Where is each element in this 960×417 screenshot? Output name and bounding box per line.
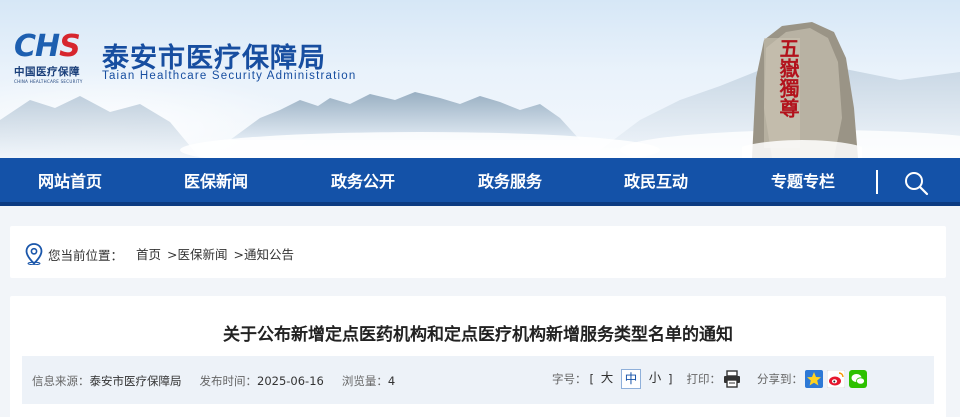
article-tools: 字号： [ 大 中 小 ] 打印： 分享到：: [552, 367, 867, 391]
taishan-rock-image: [742, 22, 862, 158]
print-label: 打印：: [686, 372, 722, 386]
nav-item-topics[interactable]: 专题专栏: [743, 158, 863, 206]
logo-mark: CHS: [14, 29, 81, 64]
logo-cn-text: 中国医疗保障: [14, 66, 80, 78]
breadcrumb-home-link[interactable]: 首页: [136, 247, 161, 262]
printer-icon[interactable]: [723, 370, 741, 388]
article-title: 关于公布新增定点医药机构和定点医疗机构新增服务类型名单的通知: [223, 325, 733, 345]
breadcrumb-label: 您当前位置：: [48, 248, 124, 263]
location-pin-icon: [25, 243, 43, 265]
header-banner: CHS 中国医疗保障 CHINA HEALTHCARE SECURITY 泰安市…: [0, 0, 960, 158]
bracket-open: [: [589, 372, 595, 386]
font-size-label: 字号：: [552, 372, 587, 386]
nav-item-gov-services[interactable]: 政务服务: [450, 158, 570, 206]
nav-item-news[interactable]: 医保新闻: [156, 158, 276, 206]
nav-item-gov-affairs[interactable]: 政务公开: [303, 158, 423, 206]
site-subtitle: Taian Healthcare Security Administration: [102, 70, 357, 82]
nav-item-home[interactable]: 网站首页: [10, 158, 130, 206]
font-size-small-button[interactable]: 小: [645, 369, 665, 389]
article-container: 关于公布新增定点医药机构和定点医疗机构新增服务类型名单的通知 信息来源：泰安市医…: [10, 296, 946, 417]
logo-en-text: CHINA HEALTHCARE SECURITY: [14, 79, 83, 84]
font-size-large-button[interactable]: 大: [597, 369, 617, 389]
breadcrumb-links: 首页 >医保新闻 >通知公告: [136, 244, 296, 263]
bracket-close: ]: [668, 372, 673, 386]
share-label: 分享到：: [757, 372, 803, 386]
wechat-share-icon[interactable]: [849, 370, 867, 388]
nav-item-interaction[interactable]: 政民互动: [596, 158, 716, 206]
date-value: 2025-06-16: [257, 374, 324, 388]
breadcrumb: 您当前位置： 首页 >医保新闻 >通知公告: [10, 226, 946, 278]
breadcrumb-news-link[interactable]: >医保新闻: [167, 247, 227, 262]
source-value: 泰安市医疗保障局: [89, 374, 182, 388]
date-label: 发布时间：: [199, 374, 258, 388]
weibo-share-icon[interactable]: [827, 370, 845, 388]
article-meta-info: 信息来源：泰安市医疗保障局 发布时间：2025-06-16 浏览量：4: [32, 373, 395, 389]
nav-divider: [876, 170, 878, 194]
site-logo[interactable]: CHS 中国医疗保障 CHINA HEALTHCARE SECURITY: [14, 29, 110, 85]
source-label: 信息来源：: [32, 374, 90, 388]
font-size-medium-button[interactable]: 中: [621, 369, 641, 389]
article-meta-bar: 信息来源：泰安市医疗保障局 发布时间：2025-06-16 浏览量：4 字号： [ …: [22, 356, 934, 404]
rock-inscription: 五嶽獨尊: [776, 38, 800, 118]
qzone-share-icon[interactable]: [805, 370, 823, 388]
views-value: 4: [387, 374, 396, 388]
search-icon[interactable]: [903, 170, 929, 196]
main-nav: 网站首页 医保新闻 政务公开 政务服务 政民互动 专题专栏: [0, 158, 960, 206]
breadcrumb-notice-link[interactable]: >通知公告: [233, 247, 293, 262]
views-label: 浏览量：: [341, 374, 388, 388]
